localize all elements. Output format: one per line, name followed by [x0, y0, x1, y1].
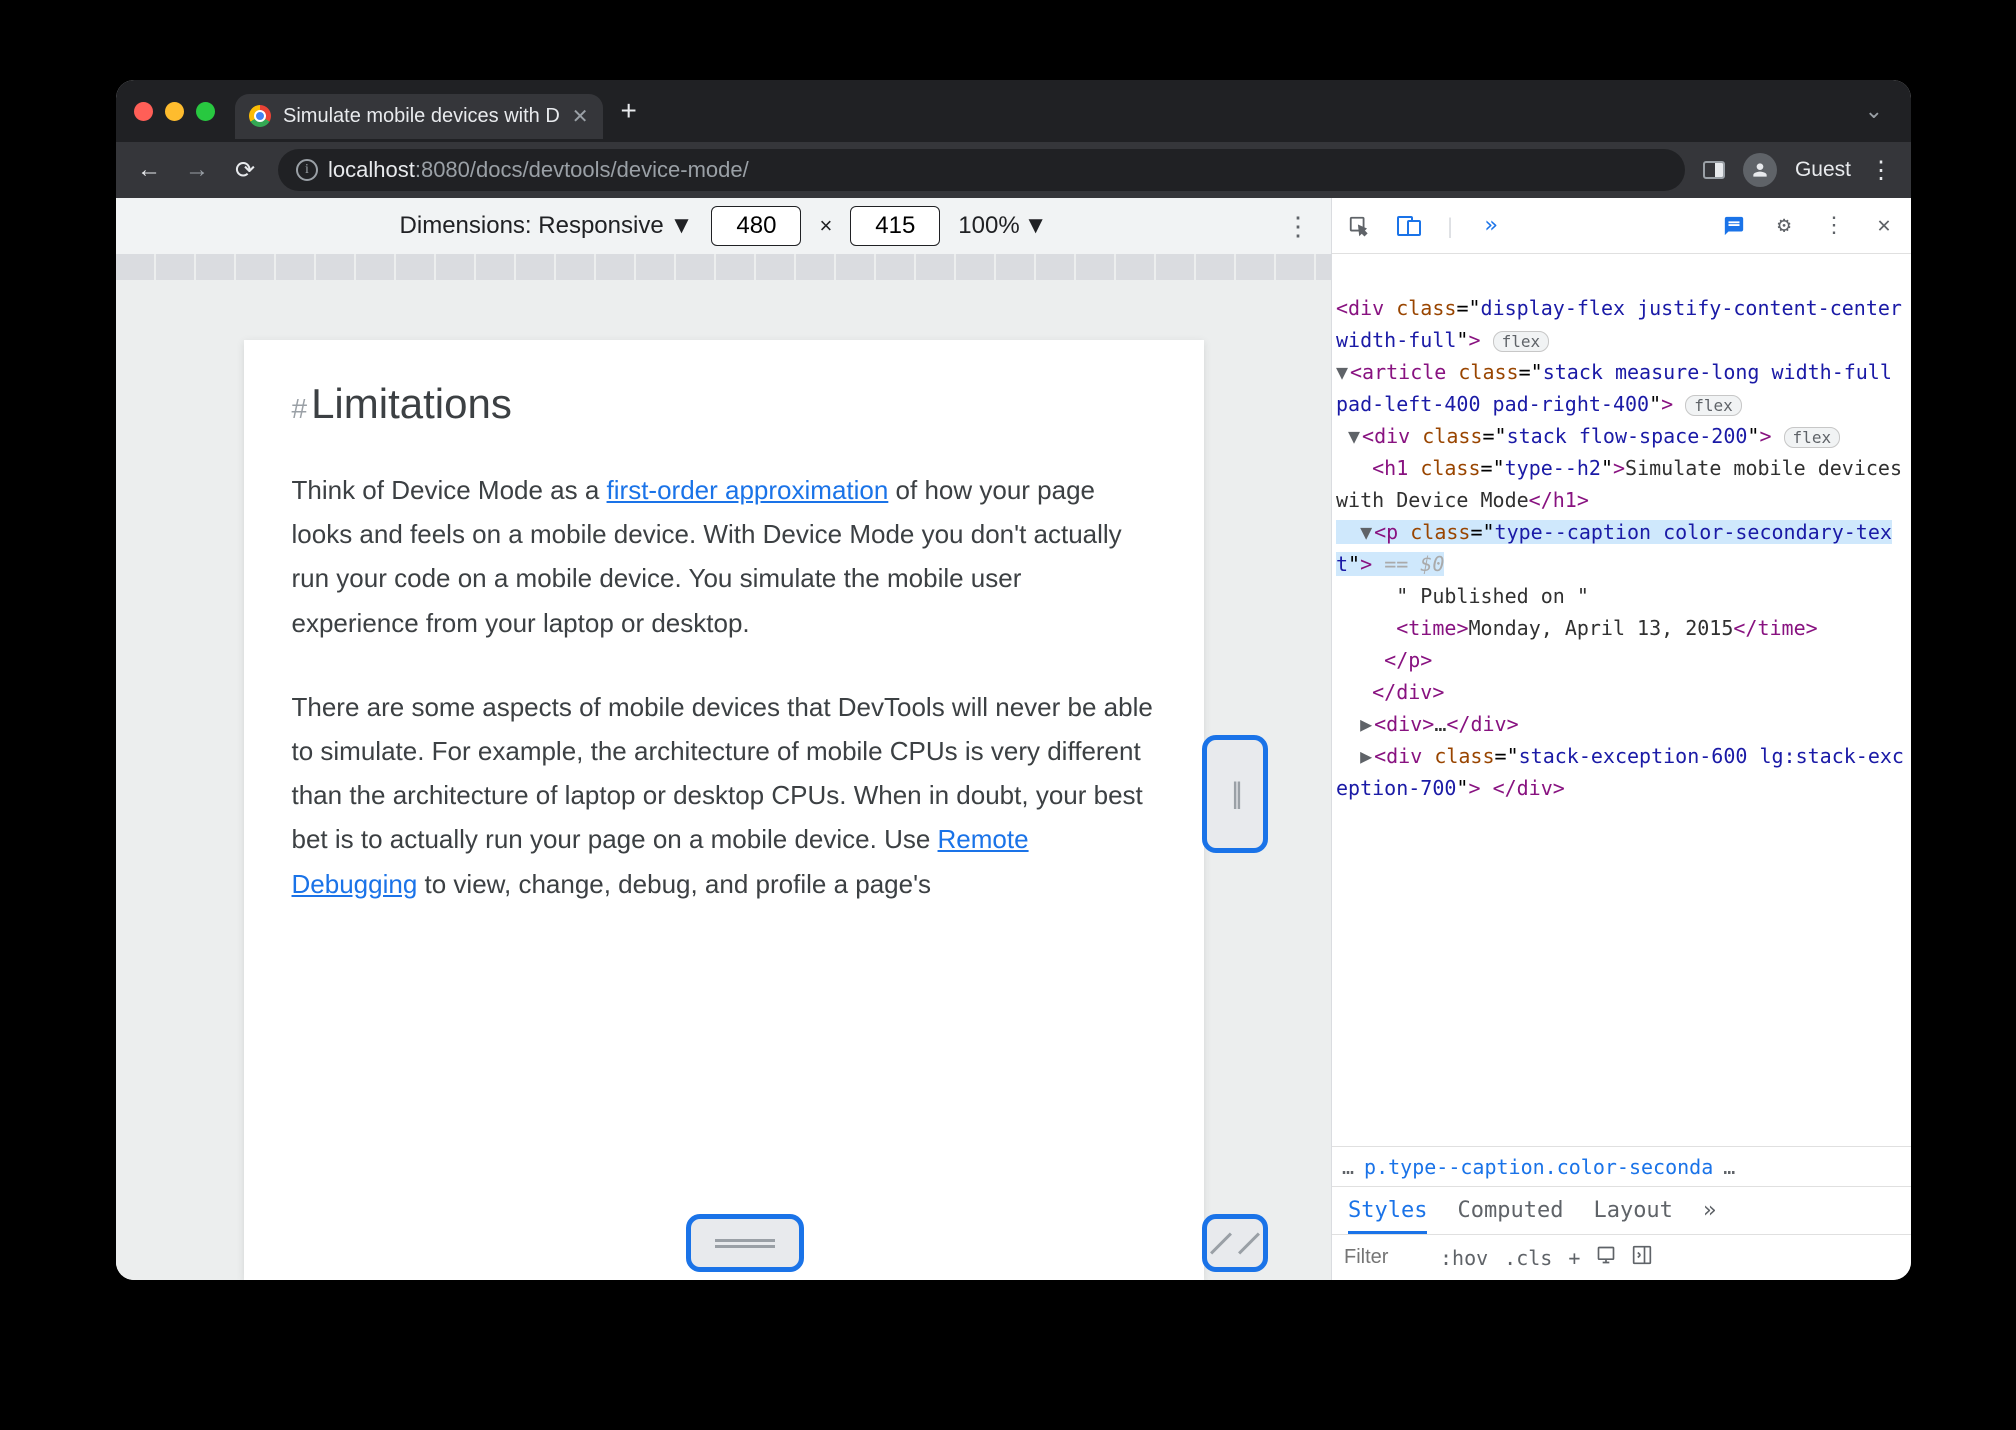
tab-bar: Simulate mobile devices with D ✕ + ⌄ [116, 80, 1911, 142]
new-tab-button[interactable]: + [621, 95, 637, 127]
chevron-down-icon: ▼ [1024, 212, 1048, 240]
browser-window: Simulate mobile devices with D ✕ + ⌄ ← →… [116, 80, 1911, 1280]
height-input[interactable] [850, 206, 940, 246]
site-info-icon[interactable]: i [296, 159, 318, 181]
ruler [116, 254, 1331, 280]
maximize-window-button[interactable] [196, 102, 215, 121]
forward-button[interactable]: → [182, 156, 212, 184]
elements-panel[interactable]: <div class="display-flex justify-content… [1332, 254, 1911, 1146]
url-text: localhost:8080/docs/devtools/device-mode… [328, 157, 749, 183]
device-options-icon[interactable]: ⋮ [1285, 211, 1311, 242]
chrome-favicon-icon [249, 105, 271, 127]
settings-gear-icon[interactable]: ⚙ [1769, 211, 1799, 241]
styles-filter-bar: :hov .cls + [1332, 1234, 1911, 1280]
close-devtools-icon[interactable]: ✕ [1869, 211, 1899, 241]
device-icon[interactable] [1596, 1245, 1616, 1270]
sidebar-toggle-icon[interactable] [1632, 1245, 1652, 1270]
chevron-down-icon: ▼ [670, 212, 694, 240]
tab-computed[interactable]: Computed [1457, 1198, 1563, 1223]
paragraph: There are some aspects of mobile devices… [292, 685, 1156, 906]
toolbar: ← → ⟳ i localhost:8080/docs/devtools/dev… [116, 142, 1911, 198]
profile-avatar-icon[interactable] [1743, 153, 1777, 187]
page-content: #Limitations Think of Device Mode as a f… [244, 340, 1204, 1280]
new-rule-icon[interactable]: + [1568, 1246, 1580, 1270]
browser-menu-icon[interactable]: ⋮ [1869, 156, 1893, 185]
width-input[interactable] [711, 206, 801, 246]
close-window-button[interactable] [134, 102, 153, 121]
styles-filter-input[interactable] [1344, 1246, 1424, 1269]
tab-layout[interactable]: Layout [1593, 1198, 1672, 1223]
devtools-toolbar: | » ⚙ ⋮ ✕ [1332, 198, 1911, 254]
viewport-pane: Dimensions: Responsive▼ × 100%▼ ⋮ #Limit… [116, 198, 1331, 1280]
side-panel-icon[interactable] [1703, 161, 1725, 179]
simulated-viewport: #Limitations Think of Device Mode as a f… [116, 280, 1331, 1280]
breadcrumb-bar[interactable]: … p.type--caption.color-seconda … [1332, 1146, 1911, 1186]
toggle-device-icon[interactable] [1394, 211, 1424, 241]
devtools-panel: | » ⚙ ⋮ ✕ <div class="display-flex justi… [1331, 198, 1911, 1280]
cls-toggle[interactable]: .cls [1504, 1246, 1552, 1270]
resize-handle-bottom[interactable] [686, 1214, 804, 1272]
address-bar[interactable]: i localhost:8080/docs/devtools/device-mo… [278, 149, 1685, 191]
resize-handle-right[interactable]: || [1202, 735, 1268, 853]
reload-button[interactable]: ⟳ [230, 156, 260, 185]
browser-tab[interactable]: Simulate mobile devices with D ✕ [235, 94, 603, 139]
paragraph: Think of Device Mode as a first-order ap… [292, 468, 1156, 645]
more-tabs-icon[interactable]: » [1703, 1198, 1716, 1223]
resize-handle-corner[interactable] [1202, 1214, 1268, 1272]
inspect-element-icon[interactable] [1344, 211, 1374, 241]
times-symbol: × [819, 213, 832, 239]
link-first-order[interactable]: first-order approximation [607, 475, 889, 505]
device-toolbar: Dimensions: Responsive▼ × 100%▼ ⋮ [116, 198, 1331, 254]
profile-label[interactable]: Guest [1795, 158, 1851, 182]
tab-title: Simulate mobile devices with D [283, 105, 560, 128]
hov-toggle[interactable]: :hov [1440, 1246, 1488, 1270]
back-button[interactable]: ← [134, 156, 164, 184]
minimize-window-button[interactable] [165, 102, 184, 121]
tab-styles[interactable]: Styles [1348, 1198, 1427, 1234]
close-tab-icon[interactable]: ✕ [572, 104, 589, 129]
dimensions-dropdown[interactable]: Dimensions: Responsive▼ [400, 212, 694, 240]
more-tabs-icon[interactable]: » [1476, 211, 1506, 241]
window-controls [134, 102, 215, 121]
tab-list-chevron-icon[interactable]: ⌄ [1865, 98, 1883, 124]
heading-limitations: #Limitations [292, 380, 1156, 428]
zoom-dropdown[interactable]: 100%▼ [958, 212, 1047, 240]
chat-icon[interactable] [1719, 211, 1749, 241]
styles-tabs: Styles Computed Layout » [1332, 1186, 1911, 1234]
devtools-menu-icon[interactable]: ⋮ [1819, 211, 1849, 241]
